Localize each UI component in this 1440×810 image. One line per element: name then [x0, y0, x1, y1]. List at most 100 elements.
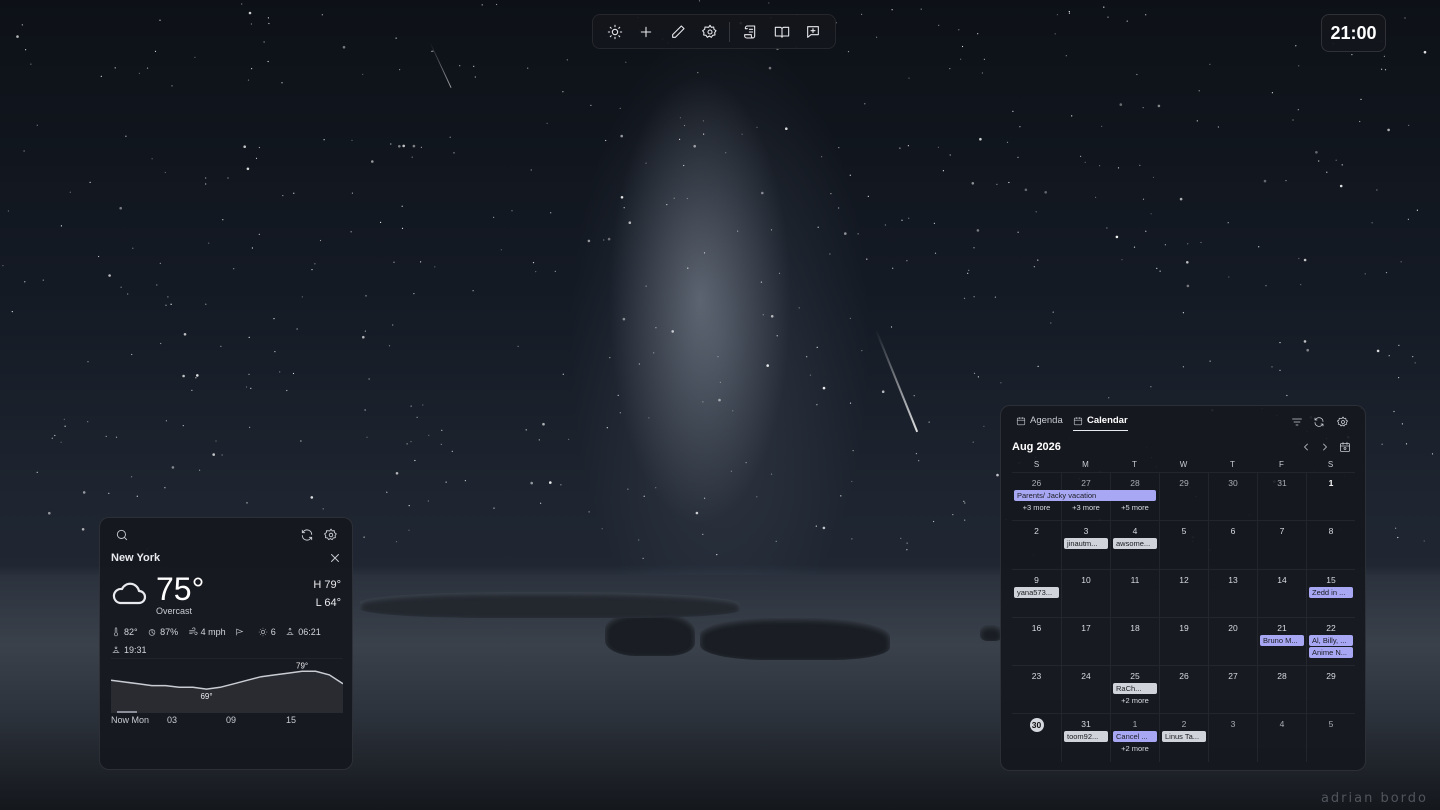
month-grid: SMTWTFS 26 Parents/ Jacky vacation +3 more…	[1012, 458, 1355, 762]
brightness-button[interactable]	[599, 15, 631, 48]
more-events-link[interactable]: +5 more	[1111, 503, 1159, 512]
day-cell[interactable]: 30	[1012, 713, 1061, 761]
star	[864, 103, 866, 105]
day-cell[interactable]: 26 Parents/ Jacky vacation +3 more	[1012, 472, 1156, 520]
event-chip[interactable]: yana573...	[1014, 586, 1059, 598]
day-cell[interactable]: 28	[1257, 665, 1306, 714]
event-chip[interactable]: Zedd in ...	[1309, 586, 1353, 598]
more-events-link[interactable]: +2 more	[1111, 696, 1159, 705]
day-cell[interactable]: 26	[1159, 665, 1208, 714]
star	[1359, 120, 1361, 123]
star	[451, 450, 453, 452]
star	[703, 133, 705, 135]
day-cell[interactable]: 15 Zedd in ...	[1306, 568, 1355, 617]
day-cell[interactable]: 8	[1306, 520, 1355, 569]
day-cell[interactable]: 9 yana573...	[1012, 568, 1061, 617]
event-chip[interactable]: Al, Billy, ...	[1309, 634, 1353, 646]
day-cell[interactable]: 16	[1012, 616, 1061, 665]
pencil-icon	[672, 24, 685, 38]
multi-day-event-chip[interactable]: Parents/ Jacky vacation	[1014, 490, 1156, 501]
day-cell[interactable]: 18	[1110, 616, 1159, 666]
day-cell[interactable]: 5	[1306, 713, 1355, 762]
day-cell[interactable]: 4	[1257, 713, 1306, 762]
more-events-link[interactable]: +3 more	[1012, 503, 1061, 512]
refresh-button[interactable]	[299, 527, 315, 543]
star	[441, 429, 443, 431]
event-chip[interactable]: Cancel ...	[1113, 731, 1157, 743]
event-chip[interactable]: RaCh...	[1113, 683, 1157, 695]
day-cell[interactable]: 14	[1257, 568, 1306, 617]
day-cell[interactable]: 4 awsome...	[1110, 520, 1159, 569]
day-cell[interactable]: 24	[1061, 665, 1110, 714]
day-cell[interactable]: 2 Linus Ta...	[1159, 713, 1208, 762]
star	[625, 61, 627, 63]
prev-month-button[interactable]	[1299, 440, 1313, 454]
day-number: 4	[1111, 525, 1159, 537]
star	[816, 404, 818, 406]
day-cell[interactable]: 31 toom92...	[1061, 713, 1110, 762]
day-cell[interactable]: 29	[1306, 665, 1355, 714]
thermometer-icon	[114, 627, 118, 637]
star	[934, 252, 937, 254]
day-cell[interactable]: 2	[1012, 520, 1061, 568]
day-cell[interactable]: 3 jinautm...	[1061, 520, 1110, 569]
tab-calendar[interactable]: Calendar	[1073, 415, 1128, 431]
edit-button[interactable]	[662, 15, 694, 48]
add-widget-button[interactable]	[631, 15, 663, 48]
day-number: 5	[1307, 718, 1355, 730]
more-events-link[interactable]: +3 more	[1062, 503, 1110, 512]
event-chip[interactable]: Anime N...	[1309, 646, 1353, 658]
day-cell[interactable]: 30	[1208, 472, 1257, 521]
day-cell[interactable]: 5	[1159, 520, 1208, 569]
day-cell[interactable]: 22 Al, Billy, ... Anime N...	[1306, 616, 1355, 666]
close-city-button[interactable]	[327, 550, 343, 566]
day-cell[interactable]: 31	[1257, 472, 1306, 521]
calendar-settings-button[interactable]	[1336, 415, 1350, 429]
day-cell[interactable]: 20	[1208, 616, 1257, 666]
tab-agenda[interactable]: Agenda	[1016, 415, 1063, 430]
day-cell[interactable]: 19	[1159, 616, 1208, 666]
day-cell[interactable]: 29	[1159, 472, 1208, 521]
more-events-link[interactable]: +2 more	[1111, 744, 1159, 753]
star	[474, 76, 476, 78]
star	[716, 554, 718, 556]
day-cell[interactable]: 27	[1208, 665, 1257, 714]
feedback-button[interactable]	[797, 15, 829, 48]
day-cell[interactable]: 25 RaCh... +2 more	[1110, 665, 1159, 714]
settings-button[interactable]	[694, 15, 726, 48]
docs-button[interactable]	[766, 15, 798, 48]
star	[408, 529, 410, 531]
calendar-refresh-button[interactable]	[1312, 415, 1326, 429]
day-number: 19	[1160, 622, 1208, 634]
changelog-button[interactable]	[734, 15, 766, 48]
star	[566, 59, 568, 61]
day-cell[interactable]: 6	[1208, 520, 1257, 569]
event-chip[interactable]: Bruno M...	[1260, 634, 1304, 646]
day-cell[interactable]: 13	[1208, 568, 1257, 617]
day-cell[interactable]: 12	[1159, 568, 1208, 617]
day-cell[interactable]: 23	[1012, 665, 1061, 713]
day-cell[interactable]: 10	[1061, 568, 1110, 617]
search-button[interactable]	[114, 527, 130, 543]
calendar-widget: Agenda Calendar Aug 2026 SMTWTFS 26 Paren…	[1000, 405, 1366, 771]
star	[310, 496, 314, 499]
star	[1133, 246, 1136, 248]
next-month-button[interactable]	[1318, 440, 1332, 454]
event-chip[interactable]: Linus Ta...	[1162, 731, 1206, 743]
day-cell[interactable]: 21 Bruno M...	[1257, 616, 1306, 666]
event-chip[interactable]: awsome...	[1113, 538, 1157, 550]
day-cell[interactable]: 3	[1208, 713, 1257, 762]
star	[900, 537, 902, 540]
star	[1054, 33, 1056, 35]
event-chip[interactable]: toom92...	[1064, 731, 1108, 743]
day-number: 23	[1012, 670, 1061, 682]
day-cell[interactable]: 7	[1257, 520, 1306, 569]
event-chip[interactable]: jinautm...	[1064, 538, 1108, 550]
weather-settings-button[interactable]	[323, 527, 339, 543]
filter-button[interactable]	[1290, 415, 1304, 429]
day-cell[interactable]: 1 Cancel ... +2 more	[1110, 713, 1159, 762]
day-cell[interactable]: 11	[1110, 568, 1159, 617]
today-button[interactable]	[1338, 440, 1352, 454]
day-cell[interactable]: 17	[1061, 616, 1110, 666]
day-cell[interactable]: 1	[1306, 472, 1355, 521]
